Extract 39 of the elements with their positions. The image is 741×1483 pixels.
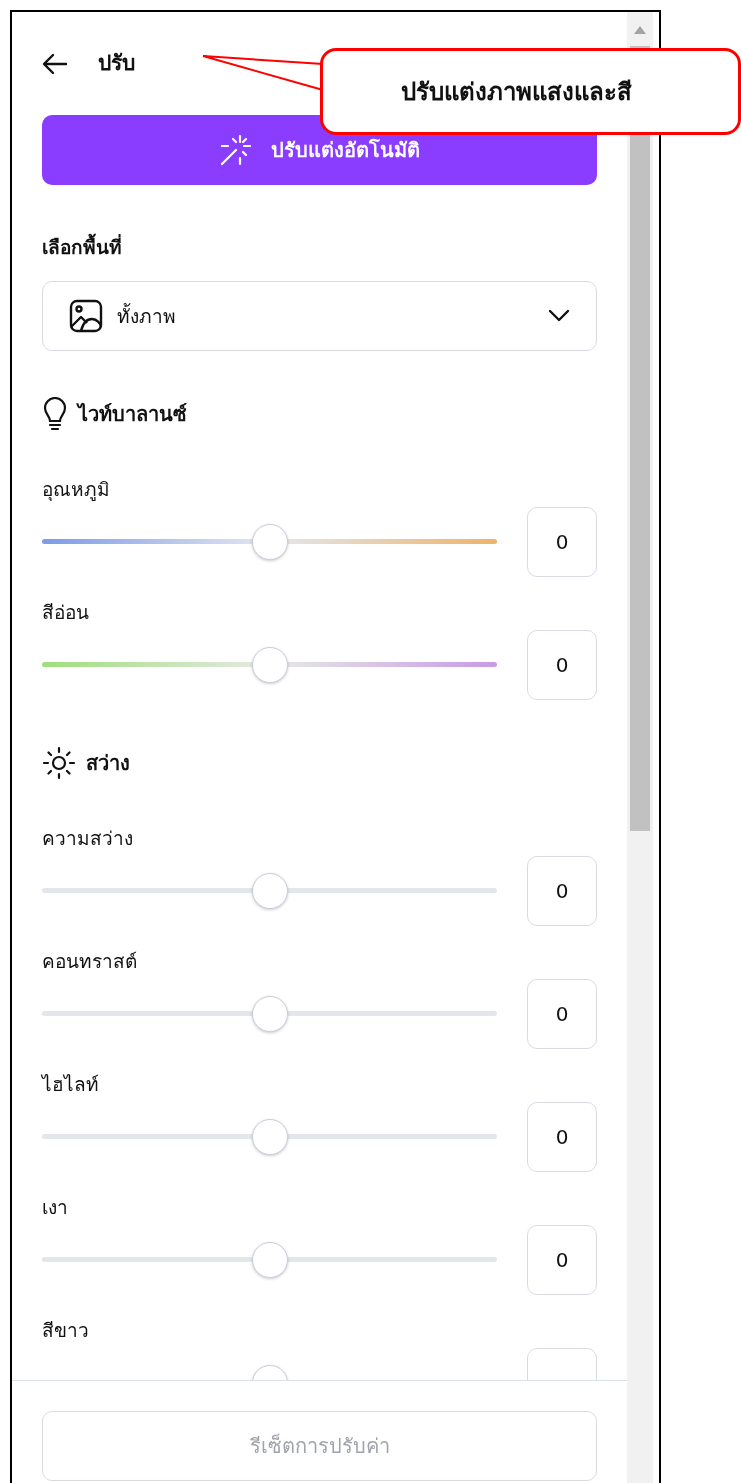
slider-label: อุณหภูมิ [42,477,111,503]
value-field[interactable]: 0 [527,1102,597,1172]
panel-title: ปรับ [98,50,135,78]
slider[interactable] [42,872,497,910]
slider-label: คอนทราสต์ [42,949,138,974]
slider-thumb[interactable] [251,647,288,683]
slider-label: สีขาว [42,1318,90,1343]
slider-thumb[interactable] [251,996,288,1032]
slider[interactable] [42,1241,497,1279]
slider-thumb[interactable] [251,524,288,560]
value-field[interactable]: 0 [527,507,597,577]
slider-label: เงา [42,1195,69,1220]
slider-label: ไฮไลท์ [42,1072,100,1097]
area-dropdown[interactable]: ทั้งภาพ [42,281,597,351]
slider-thumb[interactable] [251,1119,288,1155]
slider[interactable] [42,1118,497,1156]
slider[interactable] [42,523,497,561]
slider-thumb[interactable] [251,873,288,909]
value-field[interactable]: 0 [527,979,597,1049]
section-title: ไวท์บาลานซ์ [78,401,187,428]
image-icon [69,299,103,333]
slider[interactable] [42,995,497,1033]
back-arrow-icon[interactable] [42,53,68,75]
slider-label: ความสว่าง [42,826,134,851]
area-value: ทั้งภาพ [117,302,177,329]
slider-label: สีอ่อน [42,600,90,625]
chevron-down-icon [548,309,570,323]
area-label: เลือกพื้นที่ [42,232,597,262]
sun-icon [42,746,76,780]
section-title: สว่าง [86,750,130,777]
value-field[interactable]: 0 [527,856,597,926]
slider-thumb[interactable] [251,1242,288,1278]
value-field[interactable]: 0 [527,1225,597,1295]
scroll-up-icon[interactable] [634,26,646,34]
value-field[interactable]: 0 [527,630,597,700]
callout-tooltip: ปรับแต่งภาพแสงและสี [320,48,741,135]
lightbulb-icon [42,397,68,431]
slider[interactable] [42,646,497,684]
magic-wand-icon [219,133,253,167]
